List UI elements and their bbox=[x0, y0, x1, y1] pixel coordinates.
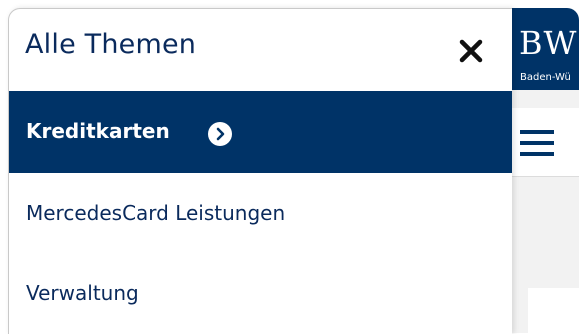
menu-item-mercedescard-leistungen[interactable]: MercedesCard Leistungen bbox=[9, 173, 512, 255]
content-card bbox=[528, 288, 579, 333]
chevron-right-circle-icon bbox=[208, 122, 232, 146]
menu-item-kreditkarten[interactable]: Kreditkarten bbox=[9, 91, 512, 173]
menu-item-label: MercedesCard Leistungen bbox=[26, 201, 286, 225]
menu-item-verwaltung[interactable]: Verwaltung bbox=[9, 253, 512, 334]
background-page: BW Baden-Wü bbox=[510, 8, 579, 333]
site-header: BW Baden-Wü bbox=[510, 8, 579, 90]
topics-drawer: Alle Themen Kreditkarten MercedesCard Le… bbox=[8, 8, 512, 334]
hamburger-icon[interactable] bbox=[520, 128, 554, 158]
site-nav-bar bbox=[510, 108, 579, 177]
drawer-header: Alle Themen bbox=[9, 9, 512, 89]
drawer-title: Alle Themen bbox=[25, 29, 197, 60]
close-icon[interactable] bbox=[457, 37, 485, 65]
app-frame: BW Baden-Wü Alle Themen Kreditkarten Mer… bbox=[0, 0, 579, 334]
bank-logo-subtext: Baden-Wü bbox=[520, 72, 571, 83]
bank-logo[interactable]: BW bbox=[519, 24, 577, 62]
menu-item-label: Verwaltung bbox=[26, 281, 139, 305]
menu-item-label: Kreditkarten bbox=[26, 119, 170, 143]
